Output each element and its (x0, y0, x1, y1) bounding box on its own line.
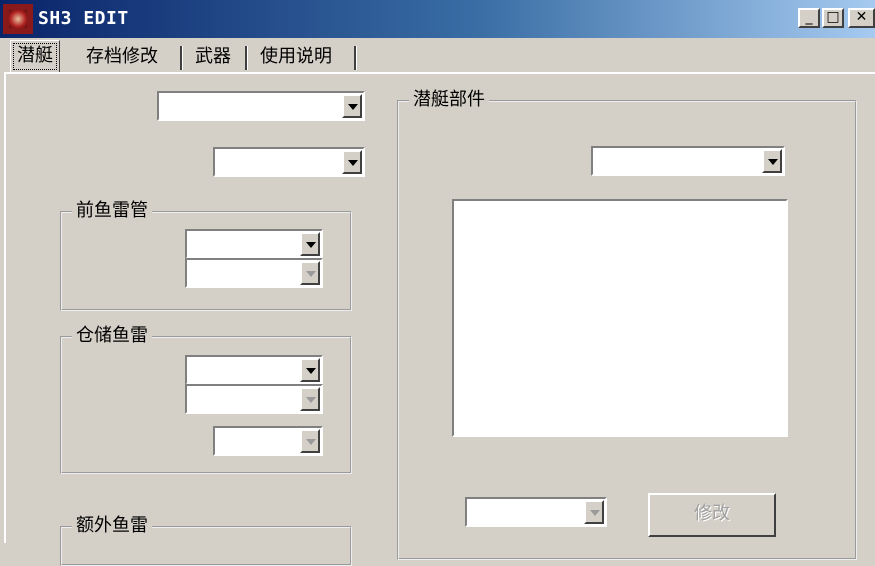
tab-separator (180, 46, 183, 70)
tab-save-edit[interactable]: 存档修改 (80, 42, 164, 72)
submarine-type-select[interactable] (157, 91, 365, 121)
front-tubes-label: 前鱼雷管 (72, 199, 152, 223)
chevron-down-icon[interactable] (300, 387, 320, 411)
title-bar[interactable]: SH3 EDIT _ □ ✕ (0, 0, 875, 38)
tab-separator (245, 46, 248, 70)
stored-torpedo-select-3[interactable] (213, 426, 323, 456)
close-button[interactable]: ✕ (848, 8, 875, 28)
modify-button[interactable]: 修改 (648, 493, 776, 537)
extra-torpedoes-label: 额外鱼雷 (72, 514, 152, 538)
app-icon[interactable] (3, 4, 33, 34)
maximize-button[interactable]: □ (822, 8, 844, 28)
sub-part-select[interactable] (591, 146, 785, 176)
chevron-down-icon[interactable] (300, 358, 320, 382)
chevron-down-icon[interactable] (342, 150, 362, 174)
stored-torpedo-select-2[interactable] (185, 384, 323, 414)
chevron-down-icon[interactable] (300, 261, 320, 285)
chevron-down-icon[interactable] (584, 500, 604, 524)
stored-torpedoes-label: 仓储鱼雷 (72, 324, 152, 348)
chevron-down-icon[interactable] (300, 429, 320, 453)
sub-parts-label: 潜艇部件 (409, 88, 489, 112)
chevron-down-icon[interactable] (762, 149, 782, 173)
chevron-down-icon[interactable] (300, 232, 320, 256)
stored-torpedo-select-1[interactable] (185, 355, 323, 385)
extra-torpedoes-group: 额外鱼雷 (60, 514, 352, 566)
chevron-down-icon[interactable] (342, 94, 362, 118)
front-tube-select-2[interactable] (185, 258, 323, 288)
tab-weapons[interactable]: 武器 (189, 42, 237, 72)
tab-instructions[interactable]: 使用说明 (254, 42, 338, 72)
tab-submarine[interactable]: 潜艇 (10, 40, 60, 73)
minimize-button[interactable]: _ (798, 8, 820, 28)
part-option-select[interactable] (465, 497, 607, 527)
tab-separator (354, 46, 357, 70)
window-title: SH3 EDIT (38, 8, 129, 29)
sub-parts-list[interactable] (452, 199, 788, 437)
submarine-class-select[interactable] (213, 147, 365, 177)
front-tube-select-1[interactable] (185, 229, 323, 259)
